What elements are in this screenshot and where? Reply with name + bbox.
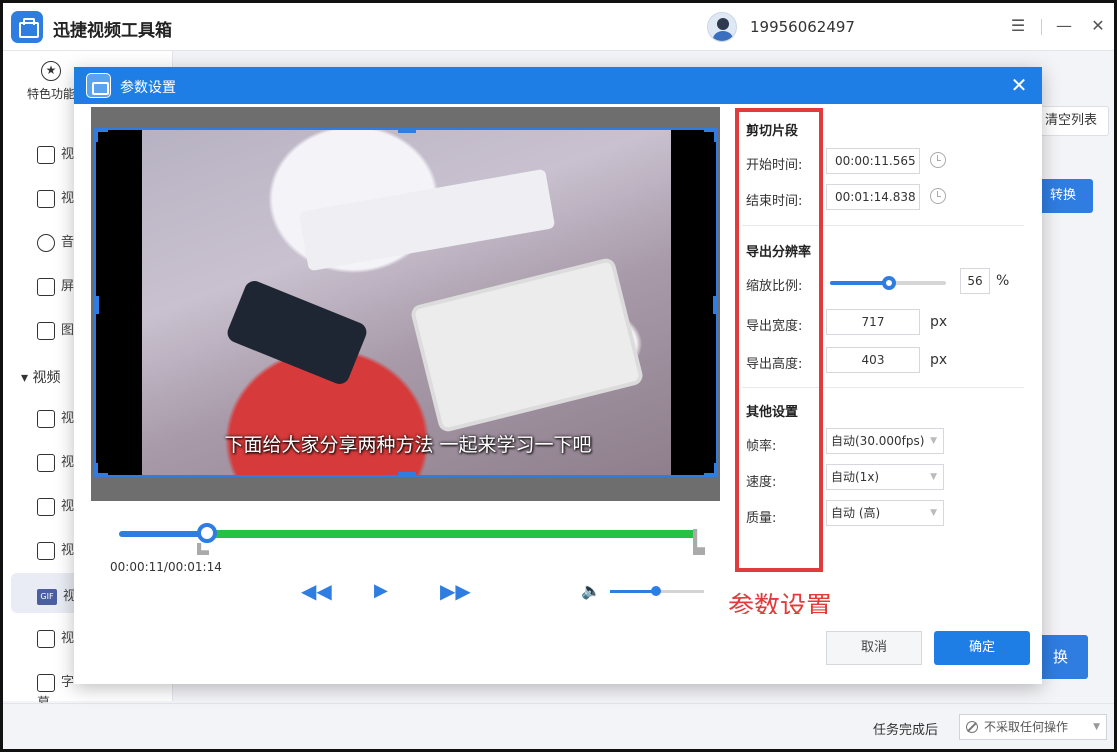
task-complete-label: 任务完成后 (873, 723, 939, 738)
music-icon (37, 629, 55, 648)
sidebar-item-caption[interactable]: 字幕 (37, 671, 77, 711)
crop-handle-top-left[interactable] (96, 130, 108, 142)
crop-handle-bottom-right[interactable] (704, 463, 716, 475)
settings-dialog: 参数设置 ✕ 下面给大家分享两种方法 一起来学习一下吧 00:00:11/00:… (74, 67, 1042, 684)
confirm-button[interactable]: 确定 (934, 631, 1030, 665)
timeline: 00:00:11/00:01:14 ◀◀ ▶ ▶▶ 🔈 (91, 501, 720, 611)
sidebar-item-crop[interactable]: 视 (37, 143, 77, 167)
video-frame-image (142, 130, 671, 475)
width-unit: px (930, 314, 948, 330)
subtitle-icon (37, 453, 55, 472)
timeline-selected-range (203, 530, 693, 538)
clear-list-button[interactable]: 清空列表 (1033, 106, 1109, 136)
gif-icon: GIF (37, 588, 57, 605)
crop-handle-bottom-left[interactable] (96, 463, 108, 475)
sidebar-item-video-3[interactable]: 视 (37, 495, 77, 519)
volume-knob[interactable] (651, 586, 661, 596)
height-unit: px (930, 352, 948, 368)
chevron-down-icon: ▼ (930, 508, 937, 518)
caption-icon (37, 673, 55, 692)
scale-knob[interactable] (882, 276, 896, 290)
end-time-input[interactable]: 00:01:14.838 (826, 184, 920, 210)
phone-shape (224, 278, 370, 387)
rewind-icon[interactable]: ◀◀ (301, 581, 332, 601)
reset-start-clock-icon[interactable] (930, 152, 946, 168)
sidebar-item-screen[interactable]: 屏 (37, 275, 77, 299)
crop-handle-top[interactable] (398, 130, 416, 133)
sidebar-item-music[interactable]: 视 (37, 627, 77, 651)
sidebar-item-rotate[interactable]: 视 (37, 187, 77, 211)
title-bar: 迅捷视频工具箱 19956062497 ☰ — ✕ (3, 3, 1114, 51)
avatar[interactable] (707, 12, 737, 42)
prohibit-icon (966, 721, 978, 733)
quality-select[interactable]: 自动 (高) ▼ (826, 500, 944, 526)
cancel-button[interactable]: 取消 (826, 631, 922, 665)
rotate-icon (37, 189, 55, 208)
video-subtitle: 下面给大家分享两种方法 一起来学习一下吧 (224, 434, 592, 456)
title-divider (1041, 19, 1042, 35)
dialog-header: 参数设置 ✕ (74, 67, 1042, 104)
highlight-box (735, 108, 823, 572)
crop-handle-top-right[interactable] (704, 130, 716, 142)
user-phone[interactable]: 19956062497 (750, 18, 855, 36)
menu-icon[interactable]: ☰ (1007, 15, 1029, 37)
playhead-knob[interactable] (197, 523, 217, 543)
close-window-icon[interactable]: ✕ (1087, 15, 1109, 37)
sidebar-feature-tab[interactable]: ★ 特色功能 (21, 61, 81, 102)
keyboard-shape (298, 168, 556, 272)
timecode: 00:00:11/00:01:14 (110, 560, 222, 574)
crop-handle-left[interactable] (96, 296, 99, 314)
dialog-logo-icon (86, 73, 111, 98)
crop-handle-right[interactable] (713, 296, 716, 314)
fps-select[interactable]: 自动(30.000fps) ▼ (826, 428, 944, 454)
minimize-icon[interactable]: — (1053, 15, 1075, 37)
speed-select[interactable]: 自动(1x) ▼ (826, 464, 944, 490)
play-icon[interactable]: ▶ (374, 581, 388, 601)
app-logo-icon (11, 11, 43, 43)
video-preview-area: 下面给大家分享两种方法 一起来学习一下吧 (91, 107, 720, 501)
chevron-down-icon: ▼ (1093, 722, 1100, 732)
screen-icon (37, 277, 55, 296)
export-width-input[interactable]: 717 (826, 309, 920, 335)
star-icon: ★ (41, 61, 61, 81)
convert-button[interactable]: 转换 (1033, 179, 1093, 213)
chevron-down-icon: ▼ (930, 436, 937, 446)
timeline-played (119, 531, 209, 537)
status-bar: 任务完成后 不采取任何操作 ▼ (3, 703, 1114, 749)
trim-start-handle[interactable] (197, 543, 209, 555)
volume-fill (610, 590, 656, 593)
image-icon (37, 321, 55, 340)
trim-end-handle[interactable] (693, 529, 705, 555)
percent-unit: % (996, 273, 1010, 289)
tablet-shape (409, 256, 645, 434)
split-icon (37, 497, 55, 516)
laptop-icon (37, 409, 55, 428)
overlay-icon (37, 541, 55, 560)
crop-handle-bottom[interactable] (398, 472, 416, 475)
dialog-footer: 取消 确定 (74, 614, 1042, 684)
fast-forward-icon[interactable]: ▶▶ (440, 581, 471, 601)
audio-icon (37, 233, 55, 252)
sidebar-item-video-2[interactable]: 视 (37, 451, 77, 475)
task-complete-select[interactable]: 不采取任何操作 ▼ (959, 714, 1107, 740)
chevron-down-icon: ▼ (930, 472, 937, 482)
reset-end-clock-icon[interactable] (930, 188, 946, 204)
sidebar-item-audio[interactable]: 音 (37, 231, 77, 255)
dialog-close-icon[interactable]: ✕ (1006, 72, 1032, 98)
start-time-input[interactable]: 00:00:11.565 (826, 148, 920, 174)
scale-input[interactable]: 56 (960, 268, 990, 294)
sidebar-section-video[interactable]: ▾ 视频 (21, 367, 60, 387)
sidebar-item-video-1[interactable]: 视 (37, 407, 77, 431)
export-height-input[interactable]: 403 (826, 347, 920, 373)
crop-frame[interactable]: 下面给大家分享两种方法 一起来学习一下吧 (94, 128, 718, 477)
app-title: 迅捷视频工具箱 (53, 21, 172, 41)
crop-icon (37, 145, 55, 164)
volume-icon[interactable]: 🔈 (581, 581, 601, 600)
scale-fill (830, 281, 890, 285)
dialog-title: 参数设置 (120, 80, 176, 96)
sidebar-item-image[interactable]: 图 (37, 319, 77, 343)
sidebar-feature-label: 特色功能 (26, 87, 75, 101)
sidebar-item-video-4[interactable]: 视 (37, 539, 77, 563)
